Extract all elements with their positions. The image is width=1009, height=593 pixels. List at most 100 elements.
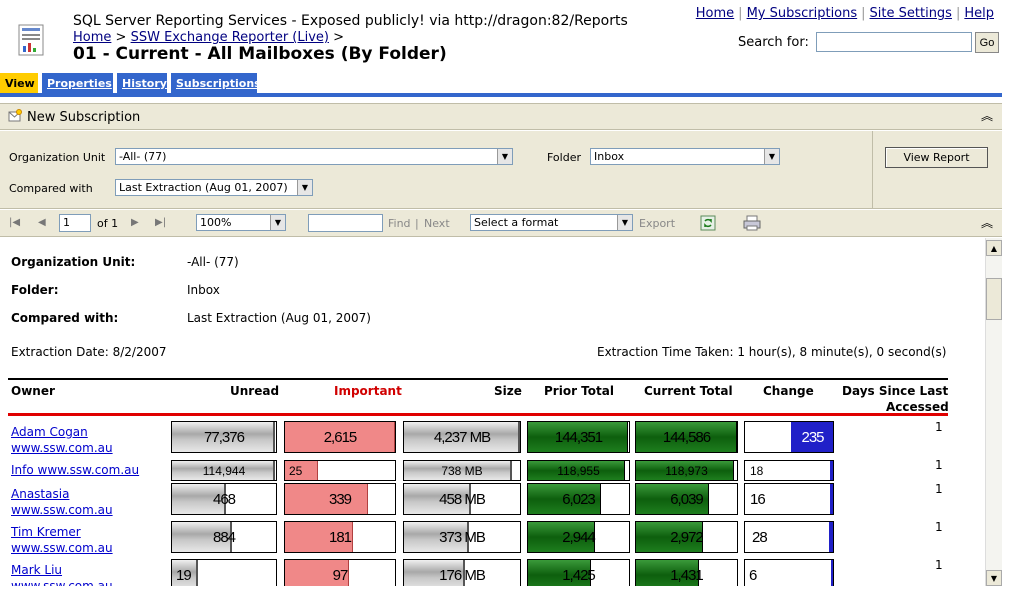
parameters-panel: Organization Unit -All- (77) ▼ Folder In… bbox=[0, 131, 1002, 209]
folder-select[interactable]: Inbox ▼ bbox=[590, 148, 780, 165]
column-unread[interactable]: Unread bbox=[230, 384, 279, 398]
page-number-input[interactable]: 1 bbox=[59, 214, 91, 232]
scroll-thumb[interactable] bbox=[986, 278, 1002, 320]
global-links: Home | My Subscriptions | Site Settings | Help bbox=[695, 6, 994, 21]
change-bar: 18 bbox=[744, 460, 834, 481]
owner-name-link[interactable]: Info www.ssw.com.au bbox=[11, 463, 139, 477]
change-bar: 28 bbox=[744, 521, 834, 553]
prior-total-bar-value: 6,023 bbox=[562, 490, 596, 508]
new-subscription-link[interactable]: New Subscription bbox=[27, 110, 140, 125]
folder-info-value: Inbox bbox=[187, 283, 220, 297]
dropdown-arrow-icon: ▼ bbox=[497, 149, 512, 164]
org-unit-select[interactable]: -All- (77) ▼ bbox=[115, 148, 513, 165]
important-bar-value: 25 bbox=[289, 463, 303, 478]
important-bar: 25 bbox=[284, 460, 396, 481]
change-bar-value: 16 bbox=[750, 490, 766, 508]
change-bar: 235 bbox=[744, 421, 834, 453]
column-size[interactable]: Size bbox=[494, 384, 522, 398]
previous-page-icon[interactable]: ◀ bbox=[38, 217, 46, 228]
column-days-accessed[interactable]: Accessed bbox=[886, 400, 949, 414]
owner-site-link[interactable]: www.ssw.com.au bbox=[11, 541, 113, 555]
size-bar: 458 MB bbox=[403, 483, 521, 515]
tab-view[interactable]: View bbox=[0, 73, 38, 93]
help-link[interactable]: Help bbox=[964, 6, 994, 21]
search-label: Search for: bbox=[738, 35, 809, 50]
print-icon[interactable] bbox=[743, 215, 761, 231]
find-link[interactable]: Find bbox=[388, 217, 411, 230]
org-unit-label: Organization Unit bbox=[9, 151, 106, 164]
page-title: 01 - Current - All Mailboxes (By Folder) bbox=[73, 44, 447, 64]
find-separator: | bbox=[415, 217, 419, 230]
view-report-button[interactable]: View Report bbox=[885, 147, 988, 168]
owner-name-link[interactable]: Mark Liu bbox=[11, 563, 62, 577]
prior-total-bar-value: 118,955 bbox=[557, 463, 600, 478]
window-edge bbox=[1002, 0, 1009, 593]
zoom-select[interactable]: 100% ▼ bbox=[196, 214, 286, 231]
size-bar: 4,237 MB bbox=[403, 421, 521, 453]
size-bar: 373 MB bbox=[403, 521, 521, 553]
prior-total-bar-value: 144,351 bbox=[554, 428, 603, 446]
report-body: Organization Unit: -All- (77) Folder: In… bbox=[0, 238, 985, 586]
find-input[interactable] bbox=[308, 214, 383, 232]
my-subscriptions-link[interactable]: My Subscriptions bbox=[747, 6, 858, 21]
current-total-bar: 6,039 bbox=[635, 483, 738, 515]
owner-name-link[interactable]: Adam Cogan bbox=[11, 425, 88, 439]
dropdown-arrow-icon: ▼ bbox=[617, 215, 632, 230]
change-bar-value: 18 bbox=[750, 463, 764, 478]
prior-total-bar: 144,351 bbox=[527, 421, 630, 453]
column-change[interactable]: Change bbox=[763, 384, 814, 398]
new-subscription-icon[interactable] bbox=[8, 109, 22, 123]
owner-name-link[interactable]: Tim Kremer bbox=[11, 525, 81, 539]
change-bar: 6 bbox=[744, 559, 834, 586]
important-bar-value: 97 bbox=[332, 566, 349, 584]
find-next-link[interactable]: Next bbox=[424, 217, 450, 230]
next-page-icon[interactable]: ▶ bbox=[131, 217, 139, 228]
export-link[interactable]: Export bbox=[639, 217, 675, 230]
tab-bar: View Properties History Subscriptions bbox=[0, 73, 1002, 93]
search-input[interactable] bbox=[816, 32, 972, 52]
first-page-icon[interactable]: |◀ bbox=[9, 217, 20, 228]
important-bar-value: 339 bbox=[328, 490, 352, 508]
change-bar: 16 bbox=[744, 483, 834, 515]
compared-info-label: Compared with: bbox=[11, 311, 119, 325]
column-prior-total[interactable]: Prior Total bbox=[544, 384, 614, 398]
vertical-scrollbar[interactable]: ▲ ▼ bbox=[985, 238, 1002, 586]
column-owner[interactable]: Owner bbox=[11, 384, 55, 398]
breadcrumb-separator: > bbox=[333, 30, 345, 45]
compared-with-select[interactable]: Last Extraction (Aug 01, 2007) ▼ bbox=[115, 179, 313, 196]
export-format-value: Select a format bbox=[474, 216, 559, 229]
tab-properties[interactable]: Properties bbox=[42, 73, 113, 93]
refresh-icon[interactable] bbox=[700, 215, 716, 231]
tab-history[interactable]: History bbox=[117, 73, 167, 93]
org-unit-info-value: -All- (77) bbox=[187, 255, 239, 269]
org-unit-info-label: Organization Unit: bbox=[11, 255, 136, 269]
days-since-accessed: 1 bbox=[935, 482, 943, 496]
breadcrumb-home-link[interactable]: Home bbox=[73, 30, 111, 45]
go-button[interactable]: Go bbox=[975, 32, 999, 53]
tab-subscriptions[interactable]: Subscriptions bbox=[171, 73, 261, 93]
last-page-icon[interactable]: ▶| bbox=[155, 217, 166, 228]
breadcrumb-folder-link[interactable]: SSW Exchange Reporter (Live) bbox=[131, 30, 329, 45]
current-total-bar-value: 6,039 bbox=[670, 490, 704, 508]
column-days-since-last[interactable]: Days Since Last bbox=[842, 384, 948, 398]
owner-name-link[interactable]: Anastasia bbox=[11, 487, 69, 501]
size-bar-value: 373 MB bbox=[439, 528, 486, 546]
owner-site-link[interactable]: www.ssw.com.au bbox=[11, 503, 113, 517]
column-current-total[interactable]: Current Total bbox=[644, 384, 733, 398]
important-bar: 339 bbox=[284, 483, 396, 515]
export-format-select[interactable]: Select a format ▼ bbox=[470, 214, 633, 231]
scroll-up-icon[interactable]: ▲ bbox=[986, 240, 1002, 256]
scroll-down-icon[interactable]: ▼ bbox=[986, 570, 1002, 586]
column-important[interactable]: Important bbox=[334, 384, 402, 398]
prior-total-bar-value: 2,944 bbox=[562, 528, 596, 546]
collapse-icon[interactable]: ︽ bbox=[980, 110, 994, 124]
extraction-date: Extraction Date: 8/2/2007 bbox=[11, 345, 167, 359]
owner-site-link[interactable]: www.ssw.com.au bbox=[11, 579, 113, 586]
home-link[interactable]: Home bbox=[696, 6, 734, 21]
extraction-time: Extraction Time Taken: 1 hour(s), 8 minu… bbox=[597, 345, 947, 359]
unread-bar: 114,944 bbox=[171, 460, 277, 481]
collapse-icon[interactable]: ︽ bbox=[980, 217, 994, 231]
days-since-accessed: 1 bbox=[935, 420, 943, 434]
site-settings-link[interactable]: Site Settings bbox=[870, 6, 952, 21]
owner-site-link[interactable]: www.ssw.com.au bbox=[11, 441, 113, 455]
